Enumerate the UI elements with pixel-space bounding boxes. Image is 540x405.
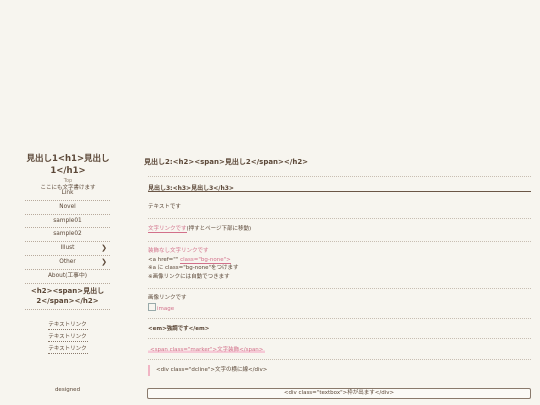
text-link[interactable]: 文字リンクです	[148, 226, 187, 233]
nav-label: Illust	[60, 245, 75, 252]
sidebar-text-link[interactable]: テキストリンク	[47, 333, 88, 342]
nav-label: sample01	[53, 217, 82, 224]
sidebar-links: テキストリンク テキストリンク テキストリンク	[25, 321, 110, 357]
code-class: class="bg-none">	[180, 256, 231, 264]
code-line: <a href="" class="bg-none">	[148, 256, 239, 265]
em-text: <em>強調です</em>	[148, 326, 210, 332]
nounderline-link[interactable]: 装飾なし文字リンクです	[148, 247, 239, 256]
dcline-box: <div class="dcline">文字の横に線</div>	[148, 365, 267, 376]
chevron-right-icon: ❯	[101, 244, 107, 253]
divider	[148, 338, 531, 339]
code-a: <a href=""	[148, 256, 181, 263]
nav-item-sample01[interactable]: sample01	[25, 215, 110, 229]
nav-item-about[interactable]: About(工事中)	[25, 270, 110, 284]
note-2: ※画像リンクには自動でつきます	[148, 273, 230, 280]
divider	[148, 218, 531, 219]
image-alt-text: image	[157, 305, 175, 312]
sidebar-text-link[interactable]: テキストリンク	[47, 345, 88, 354]
note-1: ※a に class="bg-none"をつけます	[148, 265, 239, 271]
nav-item-illust[interactable]: Illust ❯	[25, 242, 110, 256]
nav-label: Link	[61, 190, 74, 196]
nav-label: sample02	[53, 231, 82, 238]
sidebar-heading: <h2><span>見出し2</span></h2>	[25, 286, 110, 310]
marker-row: <span class="marker">文字装飾</span>	[148, 346, 266, 355]
textbox: <div class="textbox">枠が出ます</div>	[147, 388, 531, 399]
image-link-block: 画像リンクです image	[148, 294, 187, 313]
text-link-note: (押すとページ下部に移動)	[186, 226, 252, 232]
marker-text: <span class="marker">文字装飾</span>	[148, 347, 266, 353]
nounderline-block: 装飾なし文字リンクです <a href="" class="bg-none"> …	[148, 247, 239, 281]
nav-item-novel[interactable]: Novel	[25, 201, 110, 215]
designed-credit: designed	[54, 387, 81, 393]
nav-item-other[interactable]: Other ❯	[25, 256, 110, 270]
sidebar-nav: Link Novel sample01 sample02 Illust ❯ Oth…	[25, 187, 110, 284]
nav-label: Novel	[59, 203, 76, 210]
divider	[148, 359, 531, 360]
divider	[148, 241, 531, 242]
divider	[148, 176, 531, 177]
h3-underline	[148, 191, 531, 192]
nav-item-sample02[interactable]: sample02	[25, 228, 110, 243]
image-link-text: 画像リンクです	[148, 295, 187, 301]
broken-image-icon	[148, 302, 156, 311]
text-link-row: 文字リンクです(押すとページ下部に移動)	[148, 225, 251, 234]
divider	[148, 318, 531, 319]
image-link[interactable]: image	[148, 302, 187, 314]
main-heading-h2: 見出し2:<h2><span>見出し2</span></h2>	[144, 158, 309, 166]
site-title[interactable]: 見出し1<h1>見出し1</h1>	[22, 153, 114, 177]
nav-label: Other	[59, 258, 76, 265]
plain-text: テキストです	[148, 204, 181, 210]
nav-item-link[interactable]: Link	[25, 187, 110, 201]
chevron-right-icon: ❯	[101, 257, 107, 266]
nav-label: About(工事中)	[47, 272, 88, 279]
divider	[148, 288, 531, 289]
sidebar-text-link[interactable]: テキストリンク	[47, 321, 88, 330]
